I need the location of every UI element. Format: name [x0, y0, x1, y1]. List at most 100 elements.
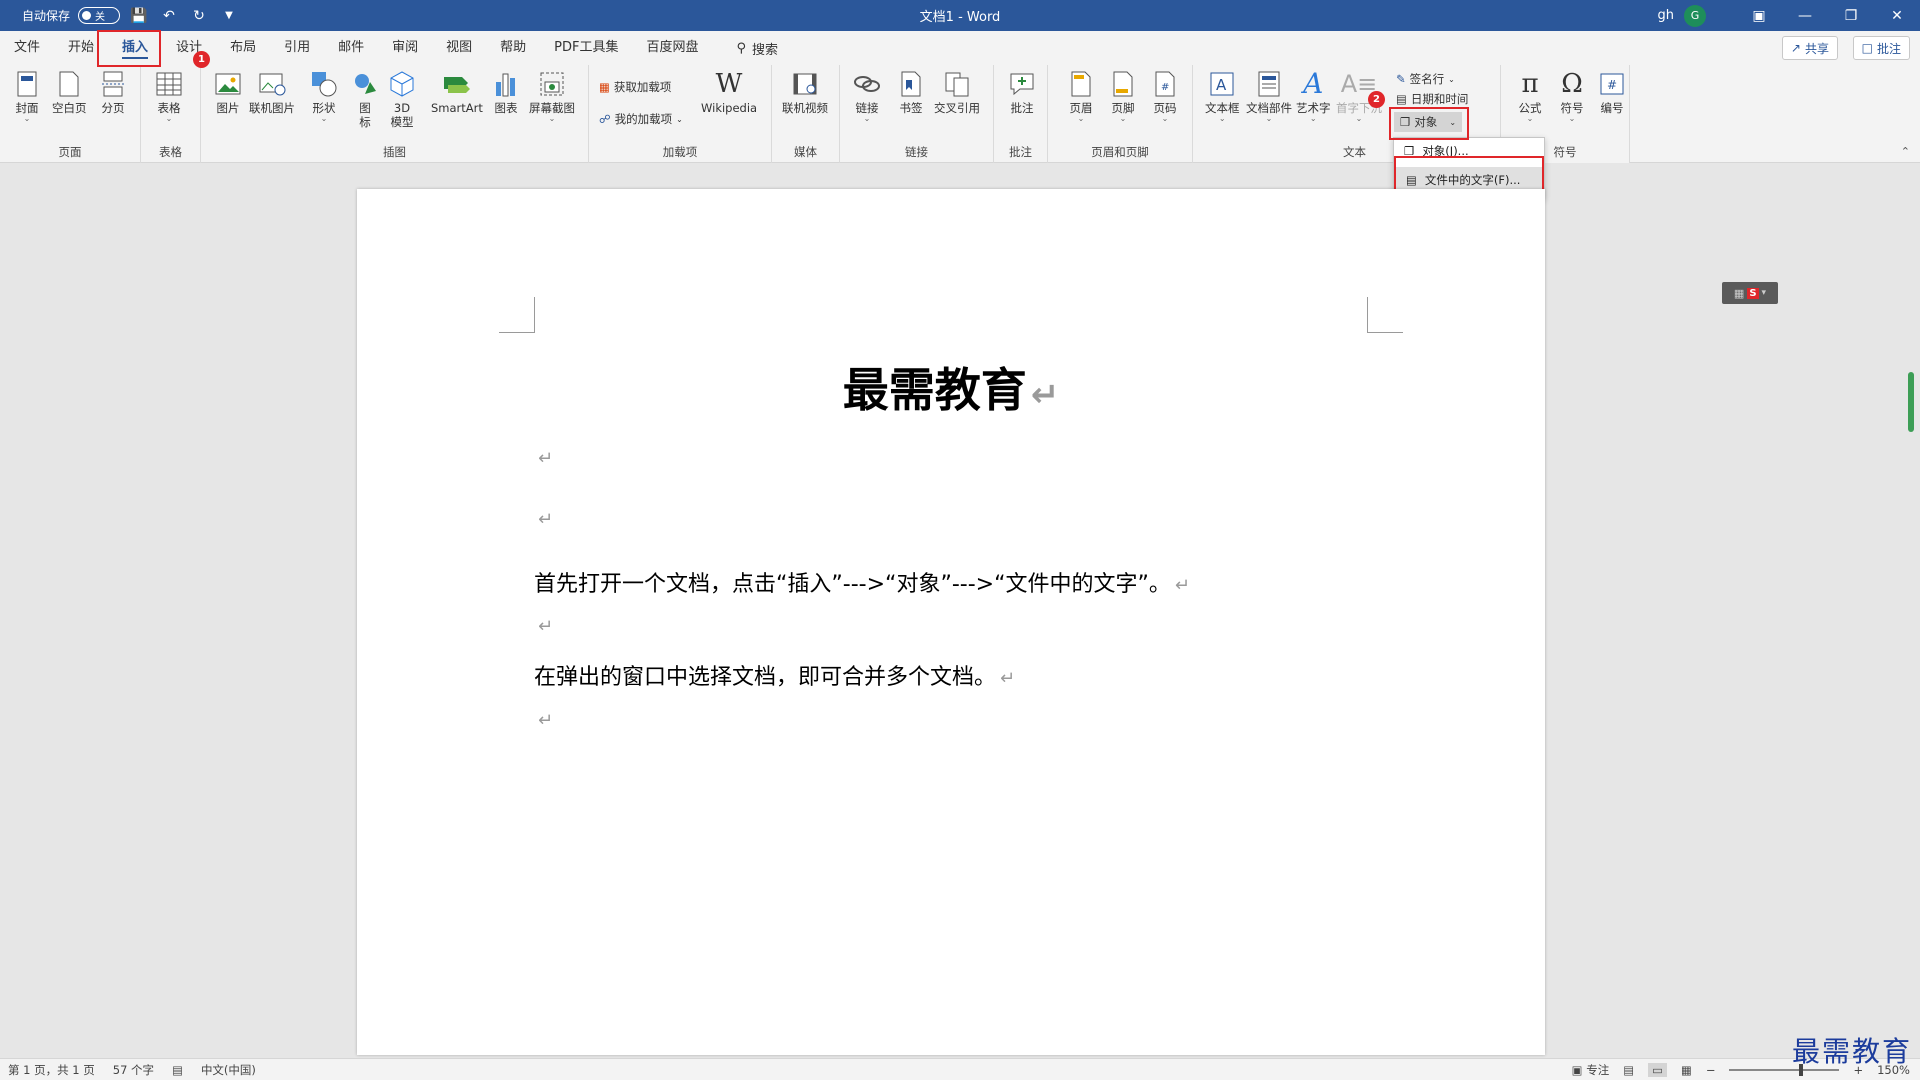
equation-button[interactable]: π 公式 ⌄	[1515, 69, 1545, 123]
new-comment-button[interactable]: 批注	[1007, 69, 1037, 115]
online-picture-button[interactable]: 联机图片	[249, 69, 295, 115]
store-icon: ▦	[599, 80, 610, 94]
user-name[interactable]: gh	[1658, 8, 1675, 23]
screenshot-button[interactable]: 屏幕截图 ⌄	[529, 69, 575, 123]
cover-page-button[interactable]: 封面 ⌄	[12, 69, 42, 123]
collapse-ribbon-icon[interactable]: ⌃	[1901, 145, 1910, 158]
restore-button[interactable]: ❐	[1828, 0, 1874, 31]
online-video-button[interactable]: 联机视频	[782, 69, 828, 115]
minimize-button[interactable]: —	[1782, 0, 1828, 31]
focus-button[interactable]: ▣ 专注	[1572, 1062, 1610, 1078]
word-count[interactable]: 57 个字	[113, 1062, 154, 1078]
avatar[interactable]: G	[1684, 4, 1706, 27]
tab-baidu-netdisk[interactable]: 百度网盘	[632, 31, 712, 65]
tab-review[interactable]: 审阅	[378, 31, 432, 65]
page-count[interactable]: 第 1 页，共 1 页	[8, 1062, 95, 1078]
autosave-toggle[interactable]: 关	[78, 7, 121, 24]
svg-text:#: #	[1161, 82, 1169, 93]
video-icon	[790, 69, 820, 99]
tab-references[interactable]: 引用	[270, 31, 324, 65]
tab-help[interactable]: 帮助	[486, 31, 540, 65]
get-addins-button[interactable]: ▦ 获取加载项	[599, 79, 671, 95]
tab-pdf-tools[interactable]: PDF工具集	[540, 31, 632, 65]
input-method-widget[interactable]: ▦ S ▾	[1722, 282, 1778, 304]
autosave-label: 自动保存	[22, 9, 71, 23]
addins-icon: ☍	[599, 112, 611, 126]
shapes-icon	[309, 69, 339, 99]
document-page[interactable]: 最需教育 ↵ ↵ ↵ 首先打开一个文档，点击“插入”--->“对象”--->“文件…	[357, 189, 1545, 1055]
share-button[interactable]: ↗ 共享	[1781, 36, 1838, 60]
group-tables: 表格 ⌄ 表格	[141, 65, 201, 163]
number-button[interactable]: # 编号	[1597, 69, 1627, 115]
blank-page-button[interactable]: 空白页	[52, 69, 87, 115]
footer-icon	[1108, 69, 1138, 99]
bookmark-button[interactable]: 书签	[896, 69, 926, 115]
textbox-icon: A	[1207, 69, 1237, 99]
print-layout-icon[interactable]: ▭	[1648, 1063, 1667, 1077]
empty-paragraph[interactable]: ↵	[534, 613, 553, 638]
vertical-scrollbar-thumb[interactable]	[1908, 372, 1914, 432]
web-layout-icon[interactable]: ▦	[1681, 1063, 1692, 1077]
wikipedia-button[interactable]: W Wikipedia	[701, 69, 757, 115]
3d-models-button[interactable]: 3D 模型	[387, 69, 417, 129]
paragraph-1[interactable]: 首先打开一个文档，点击“插入”--->“对象”--->“文件中的文字”。 ↵	[534, 566, 1190, 598]
footer-button[interactable]: 页脚 ⌄	[1108, 69, 1138, 123]
empty-paragraph[interactable]: ↵	[534, 445, 553, 470]
wordart-button[interactable]: A 艺术字 ⌄	[1296, 69, 1331, 123]
date-time-button[interactable]: ▤ 日期和时间	[1396, 91, 1468, 107]
page-break-icon	[98, 69, 128, 99]
empty-paragraph[interactable]: ↵	[534, 506, 553, 531]
screenshot-icon	[537, 69, 567, 99]
group-label-comments: 批注	[1009, 145, 1032, 159]
symbol-button[interactable]: Ω 符号 ⌄	[1557, 69, 1587, 123]
bookmark-icon	[896, 69, 926, 99]
picture-button[interactable]: 图片	[213, 69, 243, 115]
document-title[interactable]: 最需教育 ↵	[357, 354, 1545, 420]
empty-paragraph[interactable]: ↵	[534, 707, 553, 732]
undo-icon[interactable]: ↶	[158, 5, 180, 27]
group-media: 联机视频 媒体	[772, 65, 840, 163]
zoom-out-icon[interactable]: −	[1706, 1063, 1716, 1077]
page-break-button[interactable]: 分页	[98, 69, 128, 115]
quick-parts-icon	[1254, 69, 1284, 99]
omega-icon: Ω	[1561, 69, 1583, 99]
3d-model-icon	[387, 69, 417, 99]
quick-parts-button[interactable]: 文档部件 ⌄	[1246, 69, 1292, 123]
chart-button[interactable]: 图表	[491, 69, 521, 115]
icons-button[interactable]: 图 标	[350, 69, 380, 129]
close-button[interactable]: ✕	[1874, 0, 1920, 31]
blank-page-icon	[54, 69, 84, 99]
shapes-button[interactable]: 形状 ⌄	[309, 69, 339, 123]
cross-reference-button[interactable]: 交叉引用	[934, 69, 980, 115]
textbox-button[interactable]: A 文本框 ⌄	[1205, 69, 1240, 123]
customize-toolbar-icon[interactable]: ▼	[218, 5, 240, 27]
save-icon[interactable]: 💾	[128, 5, 150, 27]
tab-mailings[interactable]: 邮件	[324, 31, 378, 65]
smartart-button[interactable]: SmartArt	[431, 69, 483, 115]
group-label-media: 媒体	[794, 145, 817, 159]
menu-caret-icon: ▾	[1761, 288, 1767, 298]
language[interactable]: 中文(中国)	[201, 1062, 256, 1078]
page-number-button[interactable]: # 页码 ⌄	[1150, 69, 1180, 123]
group-illustrations: 图片 联机图片 形状 ⌄ 图 标 3D 模型 SmartArt 图表 屏幕截图 ⌄	[201, 65, 589, 163]
number-icon: #	[1597, 69, 1627, 99]
header-button[interactable]: 页眉 ⌄	[1066, 69, 1096, 123]
margin-corner-left	[499, 297, 535, 333]
tab-view[interactable]: 视图	[432, 31, 486, 65]
table-button[interactable]: 表格 ⌄	[154, 69, 184, 123]
my-addins-button[interactable]: ☍ 我的加载项 ⌄	[599, 111, 683, 127]
tab-layout[interactable]: 布局	[216, 31, 270, 65]
paragraph-2[interactable]: 在弹出的窗口中选择文档，即可合并多个文档。 ↵	[534, 659, 1015, 691]
ribbon: 封面 ⌄ 空白页 分页 页面 表格 ⌄ 表格 图片 联机图片 形状 ⌄ 图 标 …	[0, 65, 1920, 163]
signature-line-button[interactable]: ✎ 签名行 ⌄	[1396, 71, 1455, 87]
ribbon-display-options-icon[interactable]: ▣	[1736, 0, 1782, 31]
comment-icon	[1007, 69, 1037, 99]
tab-file[interactable]: 文件	[0, 31, 54, 65]
comments-button[interactable]: □ 批注	[1852, 36, 1910, 60]
redo-icon[interactable]: ↻	[188, 5, 210, 27]
group-label-addins: 加载项	[662, 145, 698, 159]
link-button[interactable]: 链接 ⌄	[852, 69, 882, 123]
proofing-icon[interactable]: ▤	[172, 1063, 183, 1077]
search-box[interactable]: ⚲ 搜索	[713, 39, 779, 58]
read-mode-icon[interactable]: ▤	[1623, 1063, 1634, 1077]
